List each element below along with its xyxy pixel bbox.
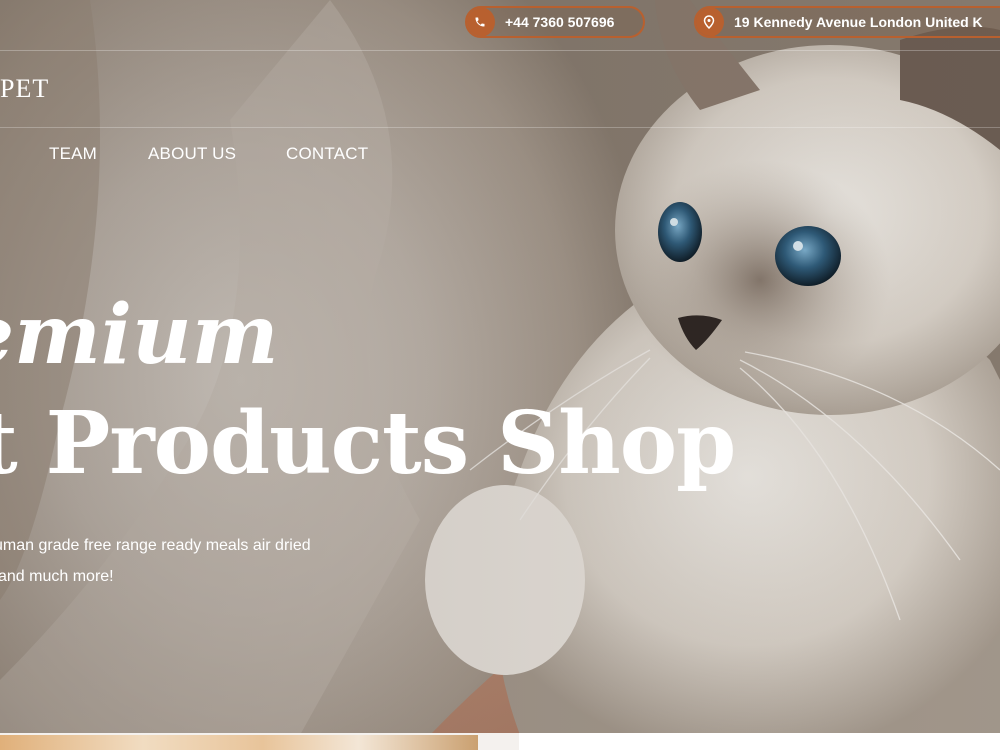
nav-divider — [0, 127, 1000, 128]
next-section-card-right — [519, 733, 1000, 750]
site-logo[interactable]: PET — [0, 74, 49, 104]
nav-item-team[interactable]: TEAM — [49, 144, 97, 164]
nav-item-about-us[interactable]: ABOUT US — [148, 144, 236, 164]
hero-title-line-1: emium — [0, 287, 279, 383]
hero-subtitle-line-2: and much more! — [0, 568, 114, 585]
phone-number: +44 7360 507696 — [505, 14, 615, 30]
hero-subtitle-line-1: uman grade free range ready meals air dr… — [0, 537, 311, 554]
address-text: 19 Kennedy Avenue London United K — [734, 14, 983, 30]
phone-icon — [467, 8, 495, 36]
phone-contact[interactable]: +44 7360 507696 — [465, 6, 645, 38]
hero-title-line-2: t Products Shop — [0, 393, 736, 494]
address-contact[interactable]: 19 Kennedy Avenue London United K — [694, 6, 1000, 38]
nav-item-contact[interactable]: CONTACT — [286, 144, 368, 164]
location-pin-icon — [696, 8, 724, 36]
topbar-divider — [0, 50, 1000, 51]
next-section-image-left — [0, 735, 478, 750]
